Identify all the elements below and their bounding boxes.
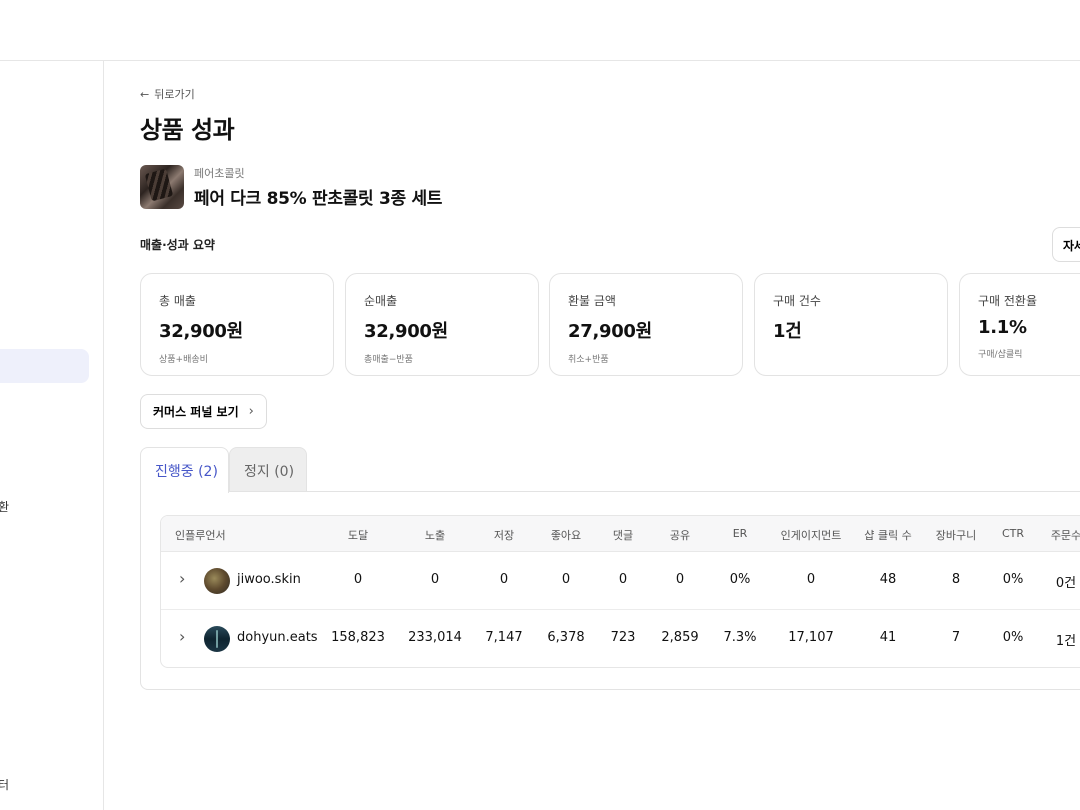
metric-sub: 총매출−반품 (364, 355, 413, 365)
table-cell: 158,823 (331, 630, 385, 645)
table-cell: 7,147 (485, 630, 523, 645)
metric-value: 27,900원 (568, 321, 652, 342)
metric-value: 1.1% (978, 317, 1027, 338)
table-cell: 7 (951, 630, 961, 645)
sidebar-item-label[interactable]: 환 (0, 498, 9, 515)
metric-label: 환불 금액 (568, 294, 616, 308)
table-cell: 0 (353, 572, 363, 587)
influencer-handle: jiwoo.skin (237, 572, 301, 587)
back-link[interactable]: ← 뒤로가기 (140, 86, 195, 102)
chevron-right-icon[interactable]: › (179, 569, 185, 588)
tab-panel: 인플루언서 도달 노출 저장 좋아요 댓글 공유 ER 인게이지먼트 샵 클릭 … (140, 491, 1080, 690)
column-header: 샵 클릭 수 (864, 529, 912, 542)
funnel-button-label: 커머스 퍼널 보기 (153, 405, 239, 419)
table-cell: 8 (951, 572, 961, 587)
metric-label: 구매 전환율 (978, 294, 1038, 308)
table-cell: 0 (430, 572, 440, 587)
table-cell: 0% (1002, 572, 1024, 587)
product-name: 페어 다크 85% 판초콜릿 3종 세트 (194, 189, 443, 209)
sidebar-active-item[interactable] (0, 349, 89, 383)
table-cell: 723 (610, 630, 636, 645)
sidebar: 환 터 (0, 61, 104, 810)
product-header: 페어초콜릿 페어 다크 85% 판초콜릿 3종 세트 (140, 165, 442, 209)
arrow-left-icon: ← (140, 87, 150, 101)
metric-label: 순매출 (364, 294, 398, 308)
table-cell: 0 (806, 572, 816, 587)
column-header: 인게이지먼트 (780, 529, 842, 542)
metric-label: 구매 건수 (773, 294, 821, 308)
metric-card-conversion: 구매 전환율 1.1% 구매/샵클릭 (959, 273, 1080, 376)
tab-paused[interactable]: 정지 (0) (229, 447, 307, 492)
product-brand: 페어초콜릿 (194, 167, 245, 180)
metric-value: 32,900원 (159, 321, 243, 342)
metric-label: 총 매출 (159, 294, 196, 308)
table-cell: 2,859 (661, 630, 699, 645)
metric-sub: 구매/샵클릭 (978, 350, 1023, 360)
table-cell: 0% (729, 572, 751, 587)
table-cell: 0 (618, 572, 628, 587)
column-header: ER (732, 527, 748, 540)
metric-sub: 취소+반품 (568, 355, 609, 365)
avatar (204, 568, 230, 594)
column-header: CTR (1001, 527, 1025, 540)
column-header: 노출 (424, 529, 446, 542)
table-cell: 7.3% (723, 630, 757, 645)
column-header: 인플루언서 (175, 529, 226, 542)
column-header: 주문수 (1050, 529, 1080, 542)
table-cell: 17,107 (788, 630, 834, 645)
column-header: 댓글 (612, 529, 634, 542)
table-cell: 1건 (1055, 634, 1077, 649)
commerce-funnel-button[interactable]: 커머스 퍼널 보기 › (140, 394, 267, 429)
column-header: 장바구니 (935, 529, 977, 542)
metric-card-total-sales: 총 매출 32,900원 상품+배송비 (140, 273, 334, 376)
column-header: 도달 (347, 529, 369, 542)
metric-value: 32,900원 (364, 321, 448, 342)
table-row[interactable]: › dohyun.eats 158,823 233,014 7,147 6,37… (161, 610, 1080, 667)
chevron-right-icon[interactable]: › (179, 627, 185, 646)
table-cell: 0 (499, 572, 509, 587)
table-cell: 0 (675, 572, 685, 587)
main-content: ← 뒤로가기 상품 성과 페어초콜릿 페어 다크 85% 판초콜릿 3종 세트 … (140, 61, 1080, 810)
chevron-right-icon: › (248, 404, 254, 419)
detail-button[interactable]: 자세히 (1052, 227, 1080, 262)
top-bar (0, 0, 1080, 61)
table-cell: 48 (879, 572, 897, 587)
table-cell: 233,014 (408, 630, 462, 645)
back-label: 뒤로가기 (154, 88, 195, 101)
sidebar-item-label[interactable]: 터 (0, 776, 9, 793)
metric-value: 1건 (773, 321, 802, 342)
metric-card-purchases: 구매 건수 1건 (754, 273, 948, 376)
column-header: 공유 (669, 529, 691, 542)
table-header: 인플루언서 도달 노출 저장 좋아요 댓글 공유 ER 인게이지먼트 샵 클릭 … (161, 516, 1080, 552)
page-title: 상품 성과 (140, 116, 235, 144)
metric-card-refund: 환불 금액 27,900원 취소+반품 (549, 273, 743, 376)
table-cell: 0 (561, 572, 571, 587)
avatar (204, 626, 230, 652)
tab-active[interactable]: 진행중 (2) (140, 447, 229, 493)
table-cell: 41 (879, 630, 897, 645)
product-thumbnail (140, 165, 184, 209)
table-row[interactable]: › jiwoo.skin 0 0 0 0 0 0 0% 0 48 8 0% 0건 (161, 552, 1080, 610)
metric-sub: 상품+배송비 (159, 355, 208, 365)
column-header: 저장 (493, 529, 515, 542)
table-cell: 0% (1002, 630, 1024, 645)
table-cell: 0건 (1055, 576, 1077, 591)
metric-card-net-sales: 순매출 32,900원 총매출−반품 (345, 273, 539, 376)
influencer-handle: dohyun.eats (237, 630, 318, 645)
influencer-table: 인플루언서 도달 노출 저장 좋아요 댓글 공유 ER 인게이지먼트 샵 클릭 … (160, 515, 1080, 668)
table-cell: 6,378 (547, 630, 585, 645)
column-header: 좋아요 (550, 529, 582, 542)
summary-section-label: 매출·성과 요약 (140, 238, 215, 252)
